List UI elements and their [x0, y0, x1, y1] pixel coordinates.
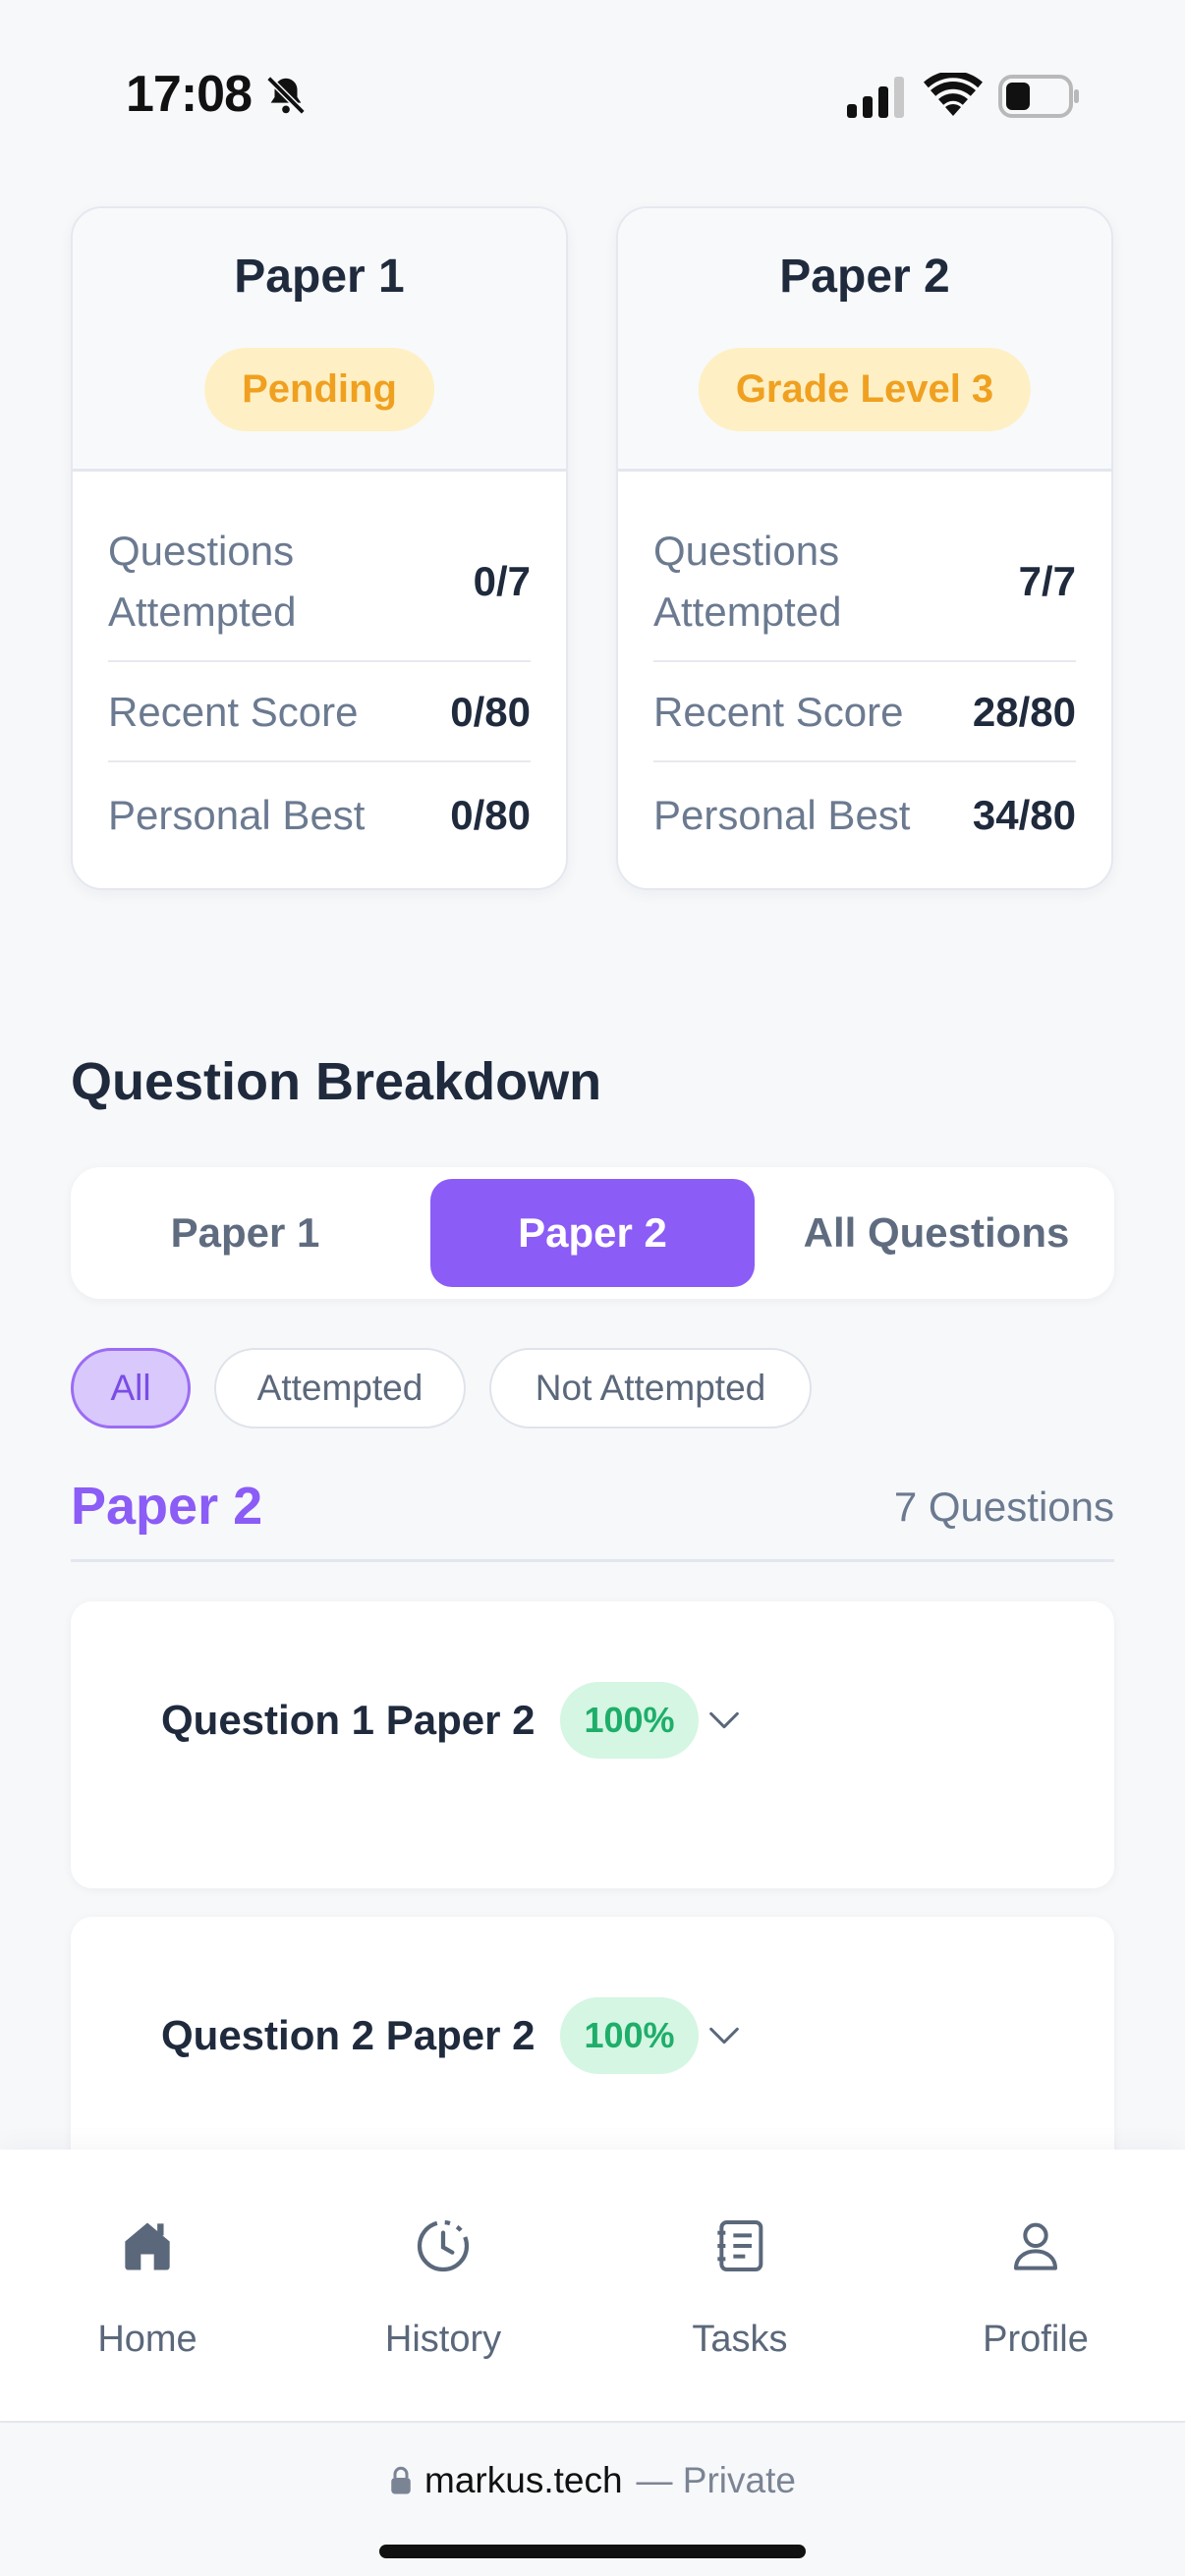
nav-label: Profile: [983, 2319, 1089, 2360]
paper-tab-bar: Paper 1 Paper 2 All Questions: [71, 1167, 1114, 1299]
question-title: Question 1 Paper 2: [161, 1697, 536, 1743]
stat-label: Questions Attempted: [108, 528, 297, 635]
battery-icon: [998, 75, 1079, 118]
private-label: — Private: [636, 2460, 796, 2500]
nav-label: History: [384, 2319, 502, 2360]
home-indicator[interactable]: [379, 2545, 806, 2558]
stat-label: Personal Best: [653, 792, 911, 838]
status-badge: Pending: [204, 348, 434, 431]
chevron-down-icon[interactable]: [705, 2016, 744, 2055]
tab-paper-2[interactable]: Paper 2: [430, 1179, 755, 1287]
tab-paper-1[interactable]: Paper 1: [81, 1179, 410, 1287]
stat-value: 7/7: [1018, 558, 1076, 604]
score-badge: 100%: [560, 1682, 699, 1759]
question-card[interactable]: Question 1 Paper 2 100%: [71, 1601, 1114, 1888]
filter-chip-not-attempted[interactable]: Not Attempted: [489, 1348, 812, 1428]
stat-value: 34/80: [972, 792, 1076, 838]
stat-value: 0/80: [450, 792, 531, 838]
stat-value: 0/80: [450, 689, 531, 735]
filter-chip-attempted[interactable]: Attempted: [214, 1348, 466, 1428]
nav-item-home[interactable]: Home: [29, 2214, 265, 2361]
score-badge: 100%: [560, 1997, 699, 2074]
profile-icon: [1014, 2222, 1057, 2270]
group-title: Paper 2: [71, 1477, 263, 1536]
filter-chip-all[interactable]: All: [71, 1348, 191, 1428]
chevron-down-icon[interactable]: [705, 1701, 744, 1740]
question-count: 7 Questions: [893, 1484, 1114, 1530]
url-display[interactable]: markus.tech — Private: [0, 2460, 1185, 2501]
stat-row-recent-score: Recent Score 28/80: [653, 664, 1076, 762]
section-title: Question Breakdown: [71, 1052, 602, 1111]
question-row: Question 2 Paper 2 100%: [161, 1997, 744, 2074]
status-time: 17:08: [126, 66, 253, 123]
nav-label: Tasks: [692, 2319, 788, 2360]
url-host: markus.tech: [424, 2460, 623, 2500]
stat-row-questions-attempted: Questions Attempted 7/7: [653, 503, 1076, 662]
card-title: Paper 1: [234, 251, 405, 303]
wifi-icon: [924, 73, 983, 116]
lock-icon: [391, 2466, 411, 2494]
question-title: Question 2 Paper 2: [161, 2012, 536, 2058]
grade-badge: Grade Level 3: [698, 348, 1032, 431]
card-title: Paper 2: [779, 251, 950, 303]
paper-1-summary-card: Paper 1 Pending Questions Attempted 0/7 …: [71, 206, 568, 890]
nav-item-history[interactable]: History: [325, 2214, 561, 2361]
stat-row-questions-attempted: Questions Attempted 0/7: [108, 503, 531, 662]
stat-label: Personal Best: [108, 792, 366, 838]
paper-2-summary-card: Paper 2 Grade Level 3 Questions Attempte…: [616, 206, 1113, 890]
stat-value: 28/80: [972, 689, 1076, 735]
stat-row-recent-score: Recent Score 0/80: [108, 664, 531, 762]
stat-value: 0/7: [473, 558, 531, 604]
browser-address-bar: markus.tech — Private: [0, 2425, 1185, 2576]
stat-row-personal-best: Personal Best 0/80: [108, 764, 531, 867]
nav-label: Home: [97, 2319, 198, 2360]
bell-muted-icon: [266, 76, 306, 115]
tasks-icon: [717, 2220, 763, 2271]
stat-label: Recent Score: [653, 689, 904, 735]
stat-row-personal-best: Personal Best 34/80: [653, 764, 1076, 867]
status-bar: 17:08: [0, 0, 1185, 187]
stat-label: Questions Attempted: [653, 528, 842, 635]
nav-item-profile[interactable]: Profile: [918, 2214, 1154, 2361]
card-header: Paper 1 Pending: [73, 208, 566, 472]
tab-all-questions[interactable]: All Questions: [764, 1179, 1108, 1287]
bottom-nav: Home History Tasks Profile: [0, 2150, 1185, 2423]
history-icon: [417, 2219, 470, 2272]
question-row: Question 1 Paper 2 100%: [161, 1682, 744, 1759]
card-header: Paper 2 Grade Level 3: [618, 208, 1111, 472]
signal-icon: [847, 77, 904, 118]
question-group-header: Paper 2 7 Questions: [71, 1464, 1114, 1562]
nav-item-tasks[interactable]: Tasks: [622, 2214, 858, 2361]
home-icon: [125, 2222, 170, 2270]
stat-label: Recent Score: [108, 689, 359, 735]
